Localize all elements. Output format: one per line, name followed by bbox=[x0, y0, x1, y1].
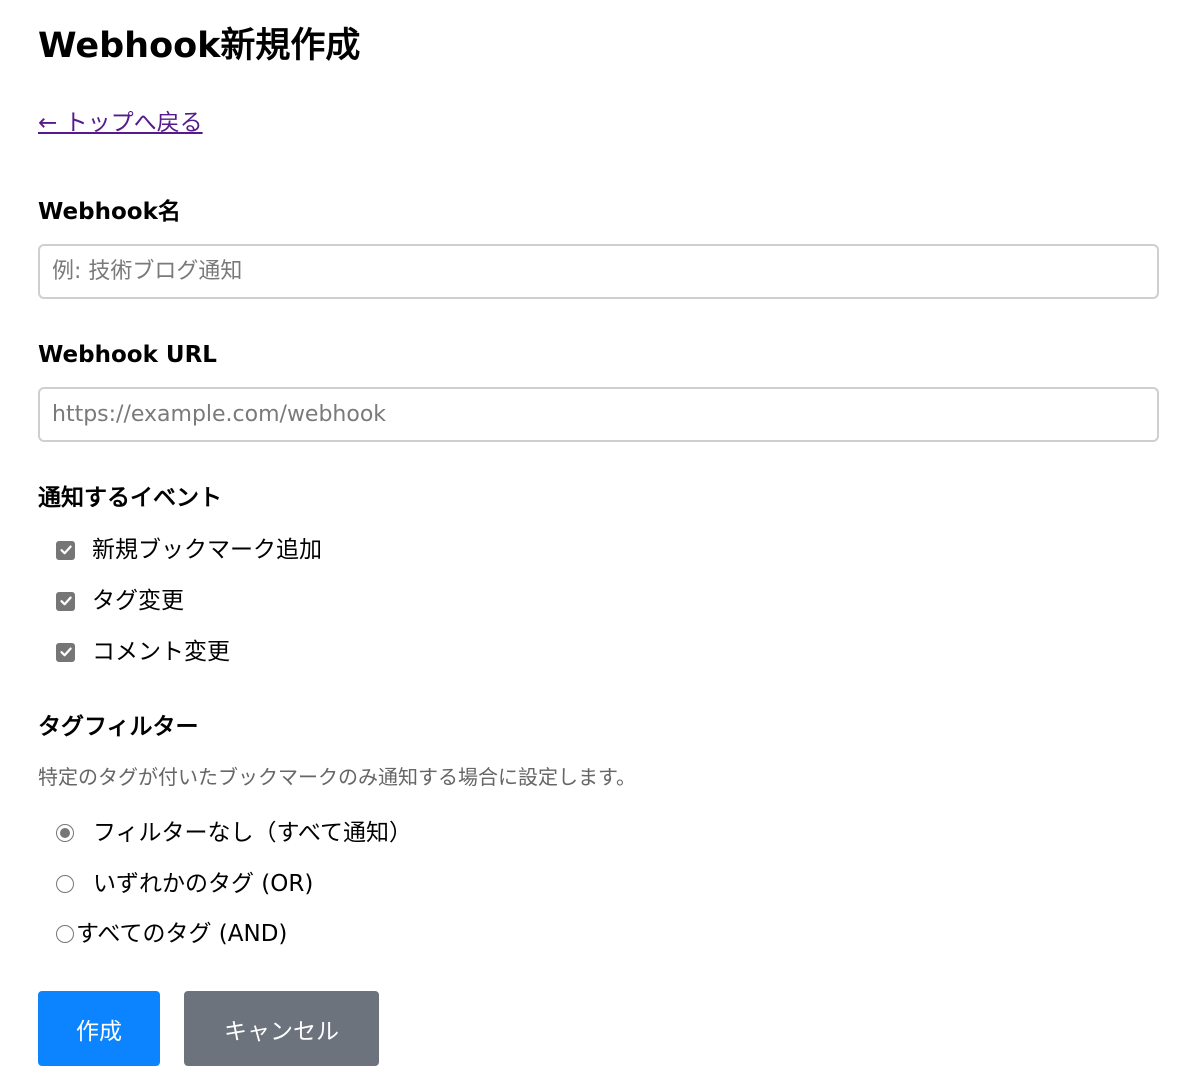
filter-option-none[interactable]: フィルターなし（すべて通知） bbox=[56, 817, 412, 849]
checkbox-checked[interactable] bbox=[56, 642, 75, 662]
event-option-label: コメント変更 bbox=[92, 639, 230, 665]
filter-option-label: いずれかのタグ (OR) bbox=[93, 871, 314, 897]
webhook-url-label: Webhook URL bbox=[38, 342, 217, 368]
back-to-top-link[interactable]: ← トップへ戻る bbox=[38, 108, 203, 138]
checkbox-checked[interactable] bbox=[56, 540, 75, 560]
cancel-button[interactable]: キャンセル bbox=[184, 991, 379, 1066]
tag-filter-section-title: タグフィルター bbox=[38, 714, 199, 740]
event-option-comment-change[interactable]: コメント変更 bbox=[56, 636, 230, 668]
event-option-label: 新規ブックマーク追加 bbox=[92, 537, 322, 563]
events-section-title: 通知するイベント bbox=[38, 485, 222, 511]
filter-option-label: すべてのタグ (AND) bbox=[76, 921, 288, 947]
event-option-label: タグ変更 bbox=[92, 588, 184, 614]
checkmark-icon bbox=[59, 596, 72, 606]
tag-filter-help-text: 特定のタグが付いたブックマークのみ通知する場合に設定します。 bbox=[38, 765, 636, 789]
radio-button[interactable] bbox=[56, 875, 74, 893]
radio-button[interactable] bbox=[56, 925, 74, 943]
checkbox-checked[interactable] bbox=[56, 591, 75, 611]
webhook-name-input[interactable] bbox=[38, 244, 1159, 299]
filter-option-and[interactable]: すべてのタグ (AND) bbox=[56, 918, 287, 950]
checkmark-icon bbox=[59, 545, 72, 555]
radio-dot-icon bbox=[60, 828, 70, 838]
webhook-url-input[interactable] bbox=[38, 387, 1159, 442]
page-title: Webhook新規作成 bbox=[38, 26, 361, 66]
event-option-tag-change[interactable]: タグ変更 bbox=[56, 585, 184, 617]
checkmark-icon bbox=[59, 647, 72, 657]
radio-button-selected[interactable] bbox=[56, 824, 74, 842]
webhook-name-label: Webhook名 bbox=[38, 199, 181, 225]
filter-option-label: フィルターなし（すべて通知） bbox=[93, 820, 413, 846]
filter-option-or[interactable]: いずれかのタグ (OR) bbox=[56, 868, 313, 900]
event-option-new-bookmark[interactable]: 新規ブックマーク追加 bbox=[56, 534, 322, 566]
create-button[interactable]: 作成 bbox=[38, 991, 160, 1066]
